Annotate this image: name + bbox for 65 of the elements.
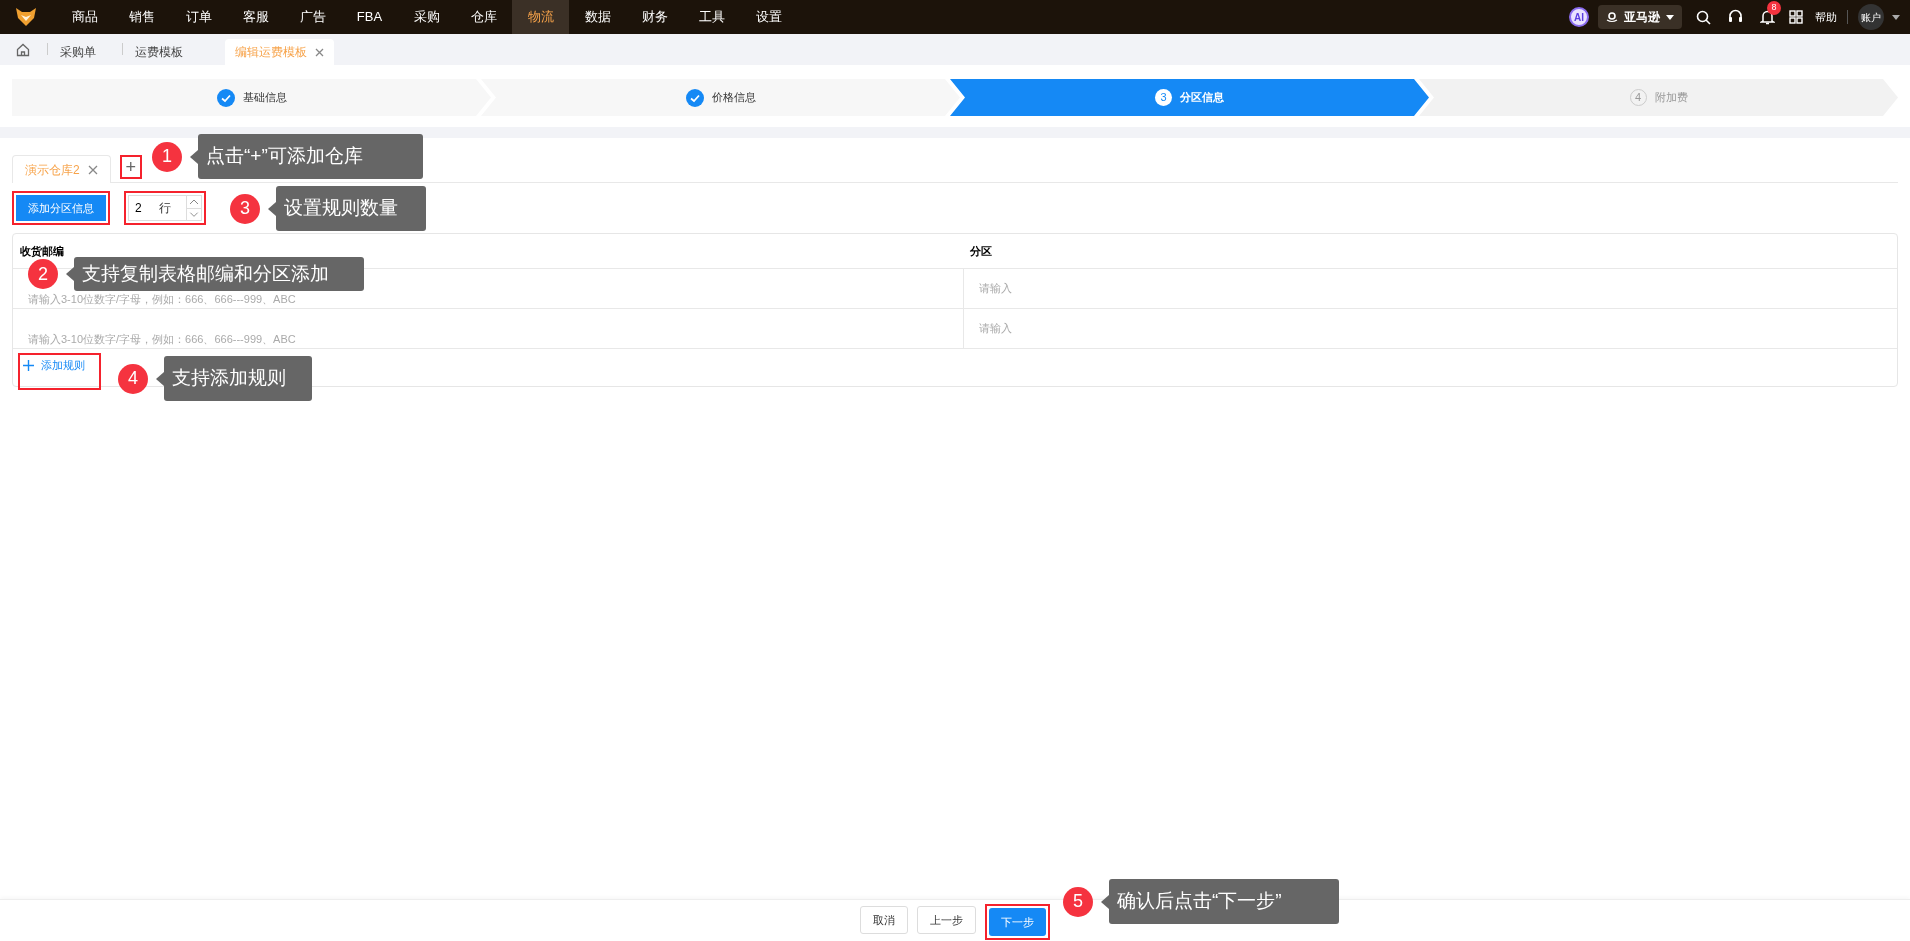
pointer-icon <box>190 149 198 164</box>
marketplace-dropdown[interactable]: 亚马逊 <box>1598 5 1682 29</box>
callout-label: 支持复制表格邮编和分区添加 <box>74 257 364 291</box>
zone-input[interactable]: 请输入 <box>963 309 1897 348</box>
add-zone-button[interactable]: 添加分区信息 <box>16 195 106 221</box>
close-icon[interactable] <box>315 47 324 57</box>
nav-tab[interactable]: 仓库 <box>455 0 512 34</box>
search-icon[interactable] <box>1696 9 1711 25</box>
row-count-input[interactable]: 2 行 <box>128 195 202 221</box>
nav-tab[interactable]: 设置 <box>740 0 797 34</box>
ai-badge[interactable]: AI <box>1569 7 1589 27</box>
column-header: 收货邮编 <box>19 243 65 259</box>
step-number-badge: 4 <box>118 363 148 394</box>
pointer-icon <box>66 267 74 281</box>
footer-button[interactable]: 上一步 <box>917 906 976 934</box>
zone-input[interactable]: 请输入 <box>963 269 1897 308</box>
callout-label: 设置规则数量 <box>276 186 426 231</box>
close-icon[interactable] <box>87 164 98 175</box>
fox-logo-icon[interactable] <box>15 7 37 27</box>
unit-label: 行 <box>159 200 172 217</box>
callout-label: 确认后点击“下一步” <box>1109 879 1339 924</box>
breadcrumb-tab[interactable]: 采购单 <box>60 39 96 65</box>
callout-label: 支持添加规则 <box>164 356 312 401</box>
home-icon[interactable] <box>16 43 30 57</box>
footer-button[interactable]: 下一步 <box>989 908 1046 936</box>
nav-tab[interactable]: 数据 <box>569 0 626 34</box>
step[interactable]: 基础信息 <box>12 79 491 116</box>
nav-tab[interactable]: 采购 <box>398 0 455 34</box>
bell-icon[interactable] <box>1760 9 1775 25</box>
pointer-icon <box>268 201 276 216</box>
nav-tab[interactable]: FBA <box>341 0 398 34</box>
footer-button[interactable]: 取消 <box>860 906 908 934</box>
step-number-badge: 2 <box>28 259 58 289</box>
caret-icon <box>1666 14 1674 20</box>
column-header: 分区 <box>969 243 993 259</box>
nav-tab[interactable]: 工具 <box>683 0 740 34</box>
nav-tab[interactable]: 销售 <box>113 0 170 34</box>
caret-icon[interactable] <box>1892 14 1900 20</box>
add-warehouse-button[interactable]: + <box>123 159 138 175</box>
headset-icon[interactable] <box>1728 9 1743 25</box>
apps-grid-icon[interactable] <box>1789 10 1803 24</box>
nav-tab[interactable]: 广告 <box>284 0 341 34</box>
check-circle-icon <box>685 88 704 107</box>
nav-tab[interactable]: 客服 <box>227 0 284 34</box>
pointer-icon <box>1101 894 1109 909</box>
help-link[interactable]: 帮助 <box>1815 8 1837 26</box>
plus-icon <box>23 359 34 371</box>
step-number-badge: 3 <box>230 193 260 224</box>
postcode-input[interactable]: 请输入3-10位数字/字母，例如：666、666---999、ABC <box>13 309 963 348</box>
nav-tab[interactable]: 商品 <box>56 0 113 34</box>
check-circle-icon <box>216 88 235 107</box>
callout-label: 点击“+”可添加仓库 <box>198 134 423 179</box>
account-avatar[interactable]: 账户 <box>1858 4 1884 30</box>
step[interactable]: 价格信息 <box>481 79 960 116</box>
step-number: 3 <box>1155 89 1172 106</box>
breadcrumb-tab[interactable]: 运费模板 <box>135 39 183 65</box>
step-number-badge: 1 <box>152 141 182 172</box>
pointer-icon <box>156 371 164 386</box>
step-number-badge: 5 <box>1063 886 1093 917</box>
notification-badge: 8 <box>1767 1 1781 15</box>
nav-tab[interactable]: 订单 <box>170 0 227 34</box>
nav-tab[interactable]: 财务 <box>626 0 683 34</box>
add-rule-link[interactable]: 添加规则 <box>23 358 97 372</box>
step[interactable]: 3 分区信息 <box>950 79 1429 116</box>
nav-tab[interactable]: 物流 <box>512 0 569 34</box>
